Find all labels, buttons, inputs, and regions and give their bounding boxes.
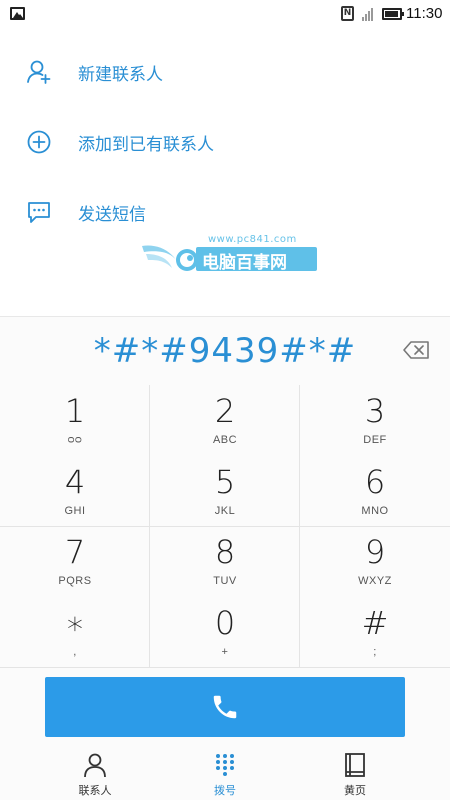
plus-circle-icon bbox=[27, 130, 51, 154]
dialed-number-display[interactable]: *#*#9439#*# bbox=[0, 326, 450, 376]
bottom-nav: 联系人 拨号 黄页 bbox=[0, 744, 450, 800]
battery-icon bbox=[382, 8, 404, 20]
key-6[interactable]: 6 MNO bbox=[300, 456, 450, 526]
dialer-screen: N 11:30 新建联系人 添加到已有联系人 发送短信 www.pc841.co… bbox=[0, 0, 450, 800]
key-digit: # bbox=[361, 604, 389, 642]
send-message-label: 发送短信 bbox=[78, 204, 146, 225]
key-digit: 4 bbox=[64, 463, 86, 501]
nav-contacts-label: 联系人 bbox=[78, 784, 112, 797]
status-bar: N 11:30 bbox=[0, 0, 450, 28]
new-contact-label: 新建联系人 bbox=[78, 64, 163, 85]
key-digit: 0 bbox=[214, 604, 236, 642]
key-digit: 7 bbox=[64, 533, 86, 571]
key-3[interactable]: 3 DEF bbox=[300, 385, 450, 455]
key-letters: ABC bbox=[212, 434, 238, 446]
nfc-icon: N bbox=[341, 6, 354, 21]
key-letters: , bbox=[73, 646, 77, 658]
nav-dialpad[interactable]: 拨号 bbox=[150, 744, 300, 800]
person-icon bbox=[84, 753, 106, 778]
key-digit: 9 bbox=[364, 533, 386, 571]
nav-yellow-pages[interactable]: 黄页 bbox=[280, 744, 430, 800]
nav-dialpad-label: 拨号 bbox=[214, 784, 236, 797]
key-8[interactable]: 8 TUV bbox=[150, 526, 300, 596]
key-star[interactable]: ∗ , bbox=[0, 597, 150, 667]
key-1[interactable]: 1 ᴑᴑ bbox=[0, 385, 150, 455]
key-digit: 3 bbox=[364, 392, 386, 430]
key-digit: 5 bbox=[214, 463, 236, 501]
key-letters: DEF bbox=[363, 434, 387, 446]
key-letters: JKL bbox=[214, 505, 236, 517]
key-5[interactable]: 5 JKL bbox=[150, 456, 300, 526]
key-4[interactable]: 4 GHI bbox=[0, 456, 150, 526]
watermark-url: www.pc841.com bbox=[208, 234, 297, 245]
add-to-existing-contact-action[interactable]: 添加到已有联系人 bbox=[0, 112, 450, 172]
key-9[interactable]: 9 WXYZ bbox=[300, 526, 450, 596]
key-letters: + bbox=[221, 646, 229, 658]
key-letters: WXYZ bbox=[358, 575, 392, 587]
key-letters: MNO bbox=[361, 505, 389, 517]
key-0[interactable]: 0 + bbox=[150, 597, 300, 667]
call-button[interactable] bbox=[45, 677, 405, 737]
backspace-icon[interactable] bbox=[402, 340, 430, 360]
new-contact-action[interactable]: 新建联系人 bbox=[0, 42, 450, 102]
key-digit: ∗ bbox=[64, 604, 86, 642]
book-icon bbox=[345, 753, 365, 777]
keypad: 1 ᴑᴑ 2 ABC 3 DEF 4 GHI 5 JKL 6 MNO 7 PQR… bbox=[0, 385, 450, 667]
phone-icon bbox=[213, 695, 237, 719]
key-digit: 6 bbox=[364, 463, 386, 501]
message-icon bbox=[28, 202, 50, 223]
keypad-divider bbox=[0, 667, 450, 668]
nav-yellow-pages-label: 黄页 bbox=[344, 784, 366, 797]
key-letters: GHI bbox=[64, 505, 86, 517]
image-notification-icon bbox=[10, 7, 25, 20]
nav-contacts[interactable]: 联系人 bbox=[20, 744, 170, 800]
key-letters: PQRS bbox=[58, 575, 92, 587]
key-7[interactable]: 7 PQRS bbox=[0, 526, 150, 596]
watermark-logo-icon bbox=[142, 245, 198, 271]
watermark-text: 电脑百事网 bbox=[202, 253, 287, 273]
key-digit: 8 bbox=[214, 533, 236, 571]
add-to-existing-contact-label: 添加到已有联系人 bbox=[78, 134, 214, 155]
key-2[interactable]: 2 ABC bbox=[150, 385, 300, 455]
watermark: www.pc841.com 电脑百事网 bbox=[140, 232, 320, 276]
add-person-icon bbox=[27, 60, 51, 84]
signal-icon bbox=[362, 7, 376, 21]
dialpad-icon bbox=[216, 754, 234, 776]
voicemail-icon: ᴑᴑ bbox=[67, 434, 83, 446]
status-time: 11:30 bbox=[406, 5, 443, 22]
key-letters: TUV bbox=[213, 575, 237, 587]
key-digit: 2 bbox=[214, 392, 236, 430]
key-digit: 1 bbox=[64, 392, 86, 430]
key-hash[interactable]: # ; bbox=[300, 597, 450, 667]
key-letters: ; bbox=[373, 646, 377, 658]
